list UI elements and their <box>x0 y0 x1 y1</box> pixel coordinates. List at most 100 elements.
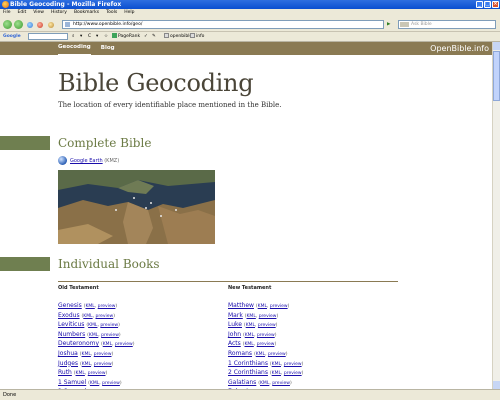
go-icon[interactable]: ▶ <box>387 20 390 29</box>
kml-link[interactable]: KML <box>246 323 255 328</box>
autofill-icon[interactable]: ✎ <box>152 32 156 42</box>
close-button[interactable]: × <box>492 1 499 8</box>
maximize-button[interactable]: □ <box>484 1 491 8</box>
preview-link[interactable]: preview <box>94 362 112 367</box>
scroll-thumb[interactable] <box>493 51 500 101</box>
menu-file[interactable]: File <box>3 9 11 17</box>
preview-link[interactable]: preview <box>270 304 288 309</box>
map-preview[interactable] <box>58 170 215 244</box>
google-logo[interactable]: Google <box>3 32 21 42</box>
vertical-scrollbar[interactable] <box>492 42 500 389</box>
menu-view[interactable]: View <box>33 9 44 17</box>
minimize-button[interactable]: _ <box>476 1 483 8</box>
book-link[interactable]: 1 Corinthians <box>228 360 268 367</box>
spellcheck-icon[interactable]: ✓ <box>144 32 148 42</box>
web-search-box[interactable]: Ask Bible <box>398 20 496 29</box>
kml-link[interactable]: KML <box>103 342 112 347</box>
google-search-icon[interactable]: ⌕ <box>72 32 75 42</box>
kml-link[interactable]: KML <box>82 362 91 367</box>
kml-link[interactable]: KML <box>272 371 281 376</box>
home-icon[interactable] <box>48 22 54 28</box>
reload-icon[interactable] <box>27 22 33 28</box>
book-meta: (KML, preview) <box>88 380 122 386</box>
book-link[interactable]: Galatians <box>228 379 256 386</box>
kml-link[interactable]: KML <box>245 333 254 338</box>
kml-link[interactable]: KML <box>272 362 281 367</box>
google-openbible[interactable]: openbible <box>164 32 192 42</box>
preview-link[interactable]: preview <box>268 352 286 357</box>
firefox-icon <box>2 1 9 8</box>
scroll-down-icon[interactable] <box>493 381 500 389</box>
preview-link[interactable]: preview <box>100 323 118 328</box>
menu-tools[interactable]: Tools <box>106 9 117 17</box>
preview-link[interactable]: preview <box>284 371 302 376</box>
nav-blog[interactable]: Blog <box>101 42 115 55</box>
preview-link[interactable]: preview <box>258 323 276 328</box>
book-link[interactable]: 1 Samuel <box>58 379 86 386</box>
preview-link[interactable]: preview <box>257 333 275 338</box>
book-link[interactable]: 2 Corinthians <box>228 369 268 376</box>
book-link[interactable]: Matthew <box>228 302 254 309</box>
kml-link[interactable]: KML <box>85 304 94 309</box>
kml-link[interactable]: KML <box>83 314 92 319</box>
preview-link[interactable]: preview <box>95 314 113 319</box>
search-engine-icon[interactable] <box>400 22 409 27</box>
book-link[interactable]: Judges <box>58 360 78 367</box>
google-refresh-icon[interactable]: C <box>88 32 91 42</box>
google-pagerank[interactable]: PageRank <box>112 32 140 42</box>
google-search-input[interactable] <box>28 33 68 40</box>
menu-edit[interactable]: Edit <box>18 9 27 17</box>
book-meta: (KML, preview) <box>269 371 304 377</box>
preview-link[interactable]: preview <box>101 333 119 338</box>
back-icon[interactable] <box>3 20 12 29</box>
kml-link[interactable]: KML <box>88 323 97 328</box>
nav-geocoding[interactable]: Geocoding <box>58 42 91 55</box>
preview-link[interactable]: preview <box>272 381 290 386</box>
stop-icon[interactable] <box>37 22 43 28</box>
book-link[interactable]: Genesis <box>58 302 82 309</box>
book-link[interactable]: Luke <box>228 321 242 328</box>
book-link[interactable]: Numbers <box>58 331 85 338</box>
kml-link[interactable]: KML <box>244 342 253 347</box>
preview-link[interactable]: preview <box>257 342 275 347</box>
forward-icon[interactable] <box>14 20 23 29</box>
google-info[interactable]: info <box>190 32 204 42</box>
menu-bookmarks[interactable]: Bookmarks <box>74 9 99 17</box>
kml-link[interactable]: KML <box>258 304 267 309</box>
kml-link[interactable]: KML <box>260 381 269 386</box>
site-brand[interactable]: OpenBible.info <box>430 42 489 55</box>
book-link[interactable]: Mark <box>228 312 243 319</box>
google-options-icon[interactable]: ▾ <box>80 32 82 42</box>
book-link[interactable]: Leviticus <box>58 321 84 328</box>
book-link[interactable]: Romans <box>228 350 252 357</box>
menu-help[interactable]: Help <box>124 9 134 17</box>
kml-link[interactable]: KML <box>89 333 98 338</box>
list-item: Ruth (KML, preview) <box>58 369 134 379</box>
preview-link[interactable]: preview <box>98 304 116 309</box>
google-options-icon-2[interactable]: ▾ <box>96 32 98 42</box>
book-link[interactable]: Joshua <box>58 350 78 357</box>
book-link[interactable]: Deuteronomy <box>58 340 99 347</box>
preview-link[interactable]: preview <box>88 371 106 376</box>
kml-link[interactable]: KML <box>246 314 255 319</box>
kml-link[interactable]: KML <box>256 352 265 357</box>
scroll-up-icon[interactable] <box>493 42 500 50</box>
address-bar[interactable]: http://www.openbible.info/geo/ <box>62 20 384 29</box>
menu-history[interactable]: History <box>51 9 67 17</box>
book-link[interactable]: Exodus <box>58 312 80 319</box>
preview-link[interactable]: preview <box>259 314 277 319</box>
book-link[interactable]: John <box>228 331 241 338</box>
preview-link[interactable]: preview <box>94 352 112 357</box>
kml-link[interactable]: KML <box>90 381 99 386</box>
kml-link[interactable]: KML <box>76 371 85 376</box>
google-earth-link: Google Earth (KMZ) <box>58 156 119 166</box>
google-bookmark-icon[interactable]: ☆ <box>104 32 108 42</box>
book-link[interactable]: Ruth <box>58 369 72 376</box>
google-earth-icon <box>58 156 67 165</box>
preview-link[interactable]: preview <box>115 342 133 347</box>
preview-link[interactable]: preview <box>284 362 302 367</box>
book-link[interactable]: Acts <box>228 340 241 347</box>
preview-link[interactable]: preview <box>102 381 120 386</box>
kml-link[interactable]: KML <box>82 352 91 357</box>
google-earth-anchor[interactable]: Google Earth <box>70 158 103 164</box>
